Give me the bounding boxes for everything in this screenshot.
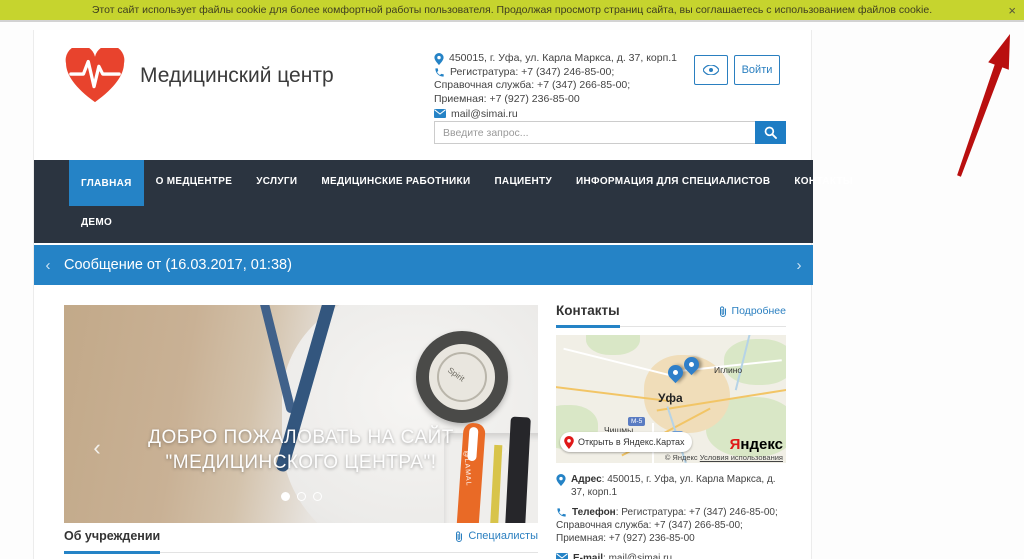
nav-row2: ДЕМО	[34, 202, 813, 243]
header-phone-line3: Приемная: +7 (927) 236-85-00	[434, 93, 714, 107]
carousel-dot-3[interactable]	[313, 492, 322, 501]
accessibility-eye-button[interactable]	[694, 55, 728, 85]
email-label: E-mail	[573, 553, 603, 559]
header-email-row: mail@simai.ru	[434, 108, 714, 122]
screen: Этот сайт использует файлы cookie для бо…	[0, 0, 1024, 559]
contacts-address-block: Адрес: 450015, г. Уфа, ул. Карла Маркса,…	[556, 473, 786, 559]
address-label: Адрес	[571, 474, 602, 485]
map-city-label: Уфа	[658, 391, 683, 405]
stethoscope-chestpiece-shape: Spirit	[416, 331, 508, 423]
address-row: Адрес: 450015, г. Уфа, ул. Карла Маркса,…	[556, 473, 786, 499]
address-value: : 450015, г. Уфа, ул. Карла Маркса, д. 3…	[571, 474, 776, 498]
map-copyright: © Яндекс Условия использования	[665, 453, 783, 462]
carousel-dot-2[interactable]	[297, 492, 306, 501]
nav-item-contacts[interactable]: КОНТАКТЫ	[782, 160, 864, 202]
contacts-panel: Контакты Подробнее	[556, 303, 786, 327]
header-phone-line2: Справочная служба: +7 (347) 266-85-00;	[434, 79, 714, 93]
location-pin-icon	[556, 474, 566, 486]
header-address-row: 450015, г. Уфа, ул. Карла Маркса, д. 37,…	[434, 52, 714, 66]
cookie-banner-text: Этот сайт использует файлы cookie для бо…	[92, 4, 932, 16]
carousel-caption-line1: ДОБРО ПОЖАЛОВАТЬ НА САЙТ	[64, 425, 538, 450]
nav-item-main[interactable]: ГЛАВНАЯ	[69, 160, 144, 206]
search-bar	[434, 121, 786, 144]
nav-item-demo[interactable]: ДЕМО	[69, 202, 124, 243]
paperclip-icon	[454, 531, 464, 542]
carousel-dot-1[interactable]	[281, 492, 290, 501]
logo[interactable]: Медицинский центр	[64, 48, 334, 104]
yandex-logo[interactable]: Яндекс	[730, 436, 783, 453]
header-phone-row: Регистратура: +7 (347) 246-85-00;	[434, 66, 714, 80]
nav-row1: ГЛАВНАЯ О МЕДЦЕНТРЕ УСЛУГИ МЕДИЦИНСКИЕ Р…	[34, 160, 813, 202]
map-copyright-text: © Яндекс	[665, 453, 698, 462]
message-bar: ‹ Сообщение от (16.03.2017, 01:38) ›	[34, 245, 813, 285]
red-pin-icon	[564, 436, 574, 449]
login-button[interactable]: Войти	[734, 55, 780, 85]
phone-value-line1: : Регистратура: +7 (347) 246-85-00;	[616, 507, 778, 518]
phone-value-line3: Приемная: +7 (927) 236-85-00	[556, 532, 786, 545]
phone-icon	[556, 507, 567, 518]
nav-item-patient[interactable]: ПАЦИЕНТУ	[482, 160, 564, 202]
open-in-yandex-maps-link[interactable]: Открыть в Яндекс.Картах	[560, 432, 692, 452]
yandex-map[interactable]: Иглино Чишмы Уфа М-5 ✈ Открыть в Яндекс.…	[556, 335, 786, 463]
phone-icon	[434, 67, 445, 78]
carousel: Spirit @LAMAL ‹ › ДОБРО ПОЖАЛОВАТЬ НА СА…	[64, 305, 538, 523]
carousel-caption-line2: "МЕДИЦИНСКОГО ЦЕНТРА"!	[64, 450, 538, 475]
map-road-badge: М-5	[628, 417, 645, 426]
main-nav: ГЛАВНАЯ О МЕДЦЕНТРЕ УСЛУГИ МЕДИЦИНСКИЕ Р…	[34, 160, 813, 243]
nav-item-about-center[interactable]: О МЕДЦЕНТРЕ	[144, 160, 245, 202]
header: Медицинский центр 450015, г. Уфа, ул. Ка…	[34, 30, 811, 160]
tab-about-institution[interactable]: Об учреждении	[64, 529, 160, 554]
contacts-title: Контакты	[556, 303, 620, 328]
phone-value-line2: Справочная служба: +7 (347) 266-85-00;	[556, 519, 786, 532]
envelope-icon	[434, 109, 446, 118]
header-buttons: Войти	[694, 55, 780, 85]
search-icon	[764, 126, 777, 139]
search-button[interactable]	[755, 121, 786, 144]
eye-icon	[703, 65, 719, 75]
search-input[interactable]	[434, 121, 755, 144]
cookie-banner: Этот сайт использует файлы cookie для бо…	[0, 0, 1024, 22]
nav-item-staff[interactable]: МЕДИЦИНСКИЕ РАБОТНИКИ	[309, 160, 482, 202]
specialists-link[interactable]: Специалисты	[454, 530, 538, 542]
specialists-link-label: Специалисты	[468, 530, 538, 542]
message-next-icon[interactable]: ›	[787, 245, 811, 285]
open-in-yandex-maps-label: Открыть в Яндекс.Картах	[578, 437, 684, 447]
header-address: 450015, г. Уфа, ул. Карла Маркса, д. 37,…	[449, 52, 677, 66]
header-contact-info: 450015, г. Уфа, ул. Карла Маркса, д. 37,…	[434, 52, 714, 122]
map-terms-link[interactable]: Условия использования	[700, 453, 783, 462]
heart-logo-icon	[64, 48, 126, 104]
email-link[interactable]: mail@simai.ru	[609, 553, 673, 559]
phone-label: Телефон	[572, 507, 616, 518]
site-title: Медицинский центр	[140, 64, 334, 88]
paperclip-icon	[718, 306, 728, 317]
carousel-dots	[64, 492, 538, 501]
location-pin-icon	[434, 53, 444, 65]
contacts-panel-header: Контакты Подробнее	[556, 303, 786, 327]
header-email-link[interactable]: mail@simai.ru	[451, 108, 518, 122]
phone-row: Телефон: Регистратура: +7 (347) 246-85-0…	[556, 506, 786, 519]
message-prev-icon[interactable]: ‹	[36, 245, 60, 285]
header-phone-line1: Регистратура: +7 (347) 246-85-00;	[450, 66, 614, 80]
page-container: Медицинский центр 450015, г. Уфа, ул. Ка…	[33, 30, 812, 559]
carousel-caption: ДОБРО ПОЖАЛОВАТЬ НА САЙТ "МЕДИЦИНСКОГО Ц…	[64, 425, 538, 475]
map-forest-shape	[586, 335, 640, 355]
about-section-tabs: Об учреждении Специалисты	[64, 527, 538, 553]
contacts-more-label: Подробнее	[732, 305, 786, 317]
nav-item-services[interactable]: УСЛУГИ	[244, 160, 309, 202]
nav-item-specialist-info[interactable]: ИНФОРМАЦИЯ ДЛЯ СПЕЦИАЛИСТОВ	[564, 160, 782, 202]
annotation-arrow	[946, 24, 1024, 194]
close-icon[interactable]: ×	[1008, 3, 1016, 18]
map-town-label: Иглино	[714, 365, 742, 375]
message-text: Сообщение от (16.03.2017, 01:38)	[64, 257, 292, 273]
contacts-more-link[interactable]: Подробнее	[718, 305, 786, 317]
envelope-icon	[556, 553, 568, 559]
email-row: E-mail: mail@simai.ru	[556, 552, 786, 559]
